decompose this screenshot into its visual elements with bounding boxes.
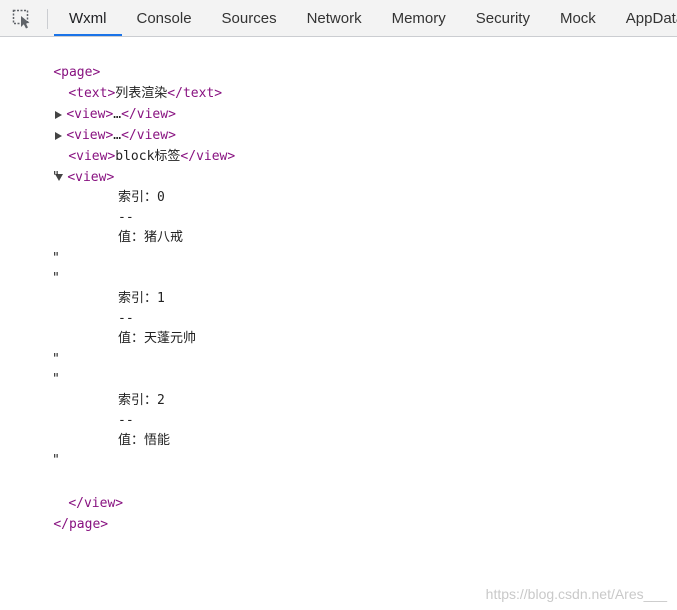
tab-sources[interactable]: Sources bbox=[207, 0, 292, 36]
text-quote: " bbox=[52, 352, 60, 367]
item-index: 索引：2 bbox=[118, 393, 165, 408]
text-quote: " bbox=[52, 372, 60, 387]
page-open-node[interactable]: <page> bbox=[22, 41, 100, 80]
tab-memory[interactable]: Memory bbox=[377, 0, 461, 36]
item-value: 值：猪八戒 bbox=[118, 230, 184, 245]
view-node-collapsed-2[interactable]: <view>…</view> bbox=[24, 104, 176, 143]
text-quote: " bbox=[52, 271, 60, 286]
text-quote: " bbox=[52, 170, 60, 185]
page-close-node[interactable]: </page> bbox=[22, 493, 108, 532]
text-quote: " bbox=[52, 453, 60, 468]
watermark: https://blog.csdn.net/Ares___ bbox=[485, 586, 667, 602]
item-index: 索引：1 bbox=[118, 291, 165, 306]
item-value: 值：天蓬元帅 bbox=[118, 331, 197, 346]
item-separator: -- bbox=[118, 210, 134, 225]
view-close-tag: </view> bbox=[180, 149, 236, 164]
text-node[interactable]: <text>列表渲染</text> bbox=[37, 62, 222, 101]
view-open-tag: <view> bbox=[67, 170, 115, 185]
item-separator: -- bbox=[118, 311, 134, 326]
tab-security[interactable]: Security bbox=[461, 0, 545, 36]
view-close-node[interactable]: </view> bbox=[37, 472, 123, 511]
inspect-element-icon[interactable] bbox=[12, 9, 34, 29]
tab-mock[interactable]: Mock bbox=[545, 0, 611, 36]
view-node-collapsed-1[interactable]: <view>…</view> bbox=[24, 83, 176, 122]
item-value: 值：悟能 bbox=[118, 433, 171, 448]
item-separator: -- bbox=[118, 413, 134, 428]
item-index: 索引：0 bbox=[118, 190, 165, 205]
tab-console[interactable]: Console bbox=[122, 0, 207, 36]
tab-network[interactable]: Network bbox=[292, 0, 377, 36]
tab-appdata[interactable]: AppData bbox=[611, 0, 677, 36]
panel-tabs: Wxml Console Sources Network Memory Secu… bbox=[54, 0, 677, 36]
devtools-tabbar: Wxml Console Sources Network Memory Secu… bbox=[0, 0, 677, 37]
tab-wxml[interactable]: Wxml bbox=[54, 0, 122, 36]
view-node-expanded[interactable]: <view> bbox=[24, 146, 114, 185]
view-text-content: block标签 bbox=[115, 149, 181, 164]
page-close-tag: </page> bbox=[53, 517, 109, 532]
toolbar-divider bbox=[47, 9, 48, 29]
view-node-block[interactable]: <view>block标签</view> bbox=[37, 125, 235, 164]
text-quote: " bbox=[52, 251, 60, 266]
